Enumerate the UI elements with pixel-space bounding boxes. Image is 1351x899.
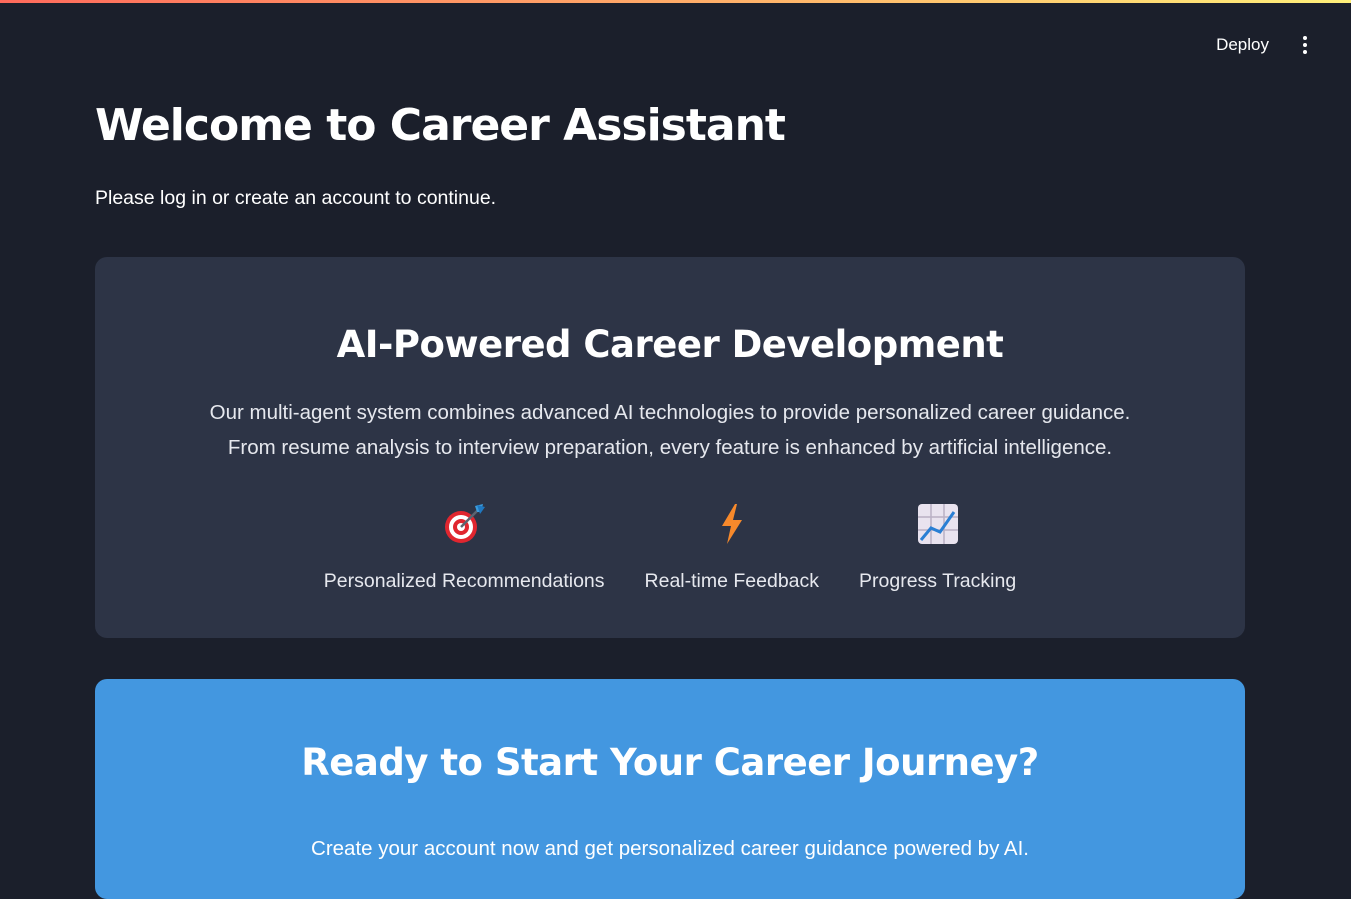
cta-description: Create your account now and get personal… [311, 837, 1029, 860]
feature-card: AI-Powered Career Development Our multi-… [95, 257, 1245, 638]
feature-personalized-recommendations: Personalized Recommendations [324, 502, 605, 593]
app-header: Deploy [1210, 30, 1317, 60]
cta-title: Ready to Start Your Career Journey? [301, 741, 1039, 784]
page-title: Welcome to Career Assistant [95, 100, 786, 151]
feature-description-line: Our multi-agent system combines advanced… [209, 401, 1131, 424]
feature-card-title: AI-Powered Career Development [336, 323, 1004, 366]
feature-progress-tracking: Progress Tracking [859, 502, 1016, 593]
page-subtitle: Please log in or create an account to co… [95, 187, 497, 209]
feature-label: Progress Tracking [859, 570, 1017, 592]
menu-dot [1303, 36, 1307, 40]
deploy-button[interactable]: Deploy [1210, 31, 1275, 59]
feature-card-description: Our multi-agent system combines advanced… [95, 395, 1245, 465]
cta-card: Ready to Start Your Career Journey? Crea… [95, 679, 1245, 899]
target-icon [442, 502, 486, 546]
lightning-icon [710, 502, 754, 546]
feature-description-line: From resume analysis to interview prepar… [227, 436, 1113, 459]
top-decoration-bar [0, 0, 1351, 3]
feature-real-time-feedback: Real-time Feedback [644, 502, 820, 593]
menu-dot [1303, 43, 1307, 47]
menu-dot [1303, 50, 1307, 54]
kebab-menu-icon[interactable] [1293, 30, 1317, 60]
feature-label: Personalized Recommendations [323, 570, 605, 592]
chart-increasing-icon [916, 502, 960, 546]
feature-label: Real-time Feedback [644, 570, 820, 592]
feature-list: Personalized Recommendations Real-time F… [95, 502, 1245, 593]
